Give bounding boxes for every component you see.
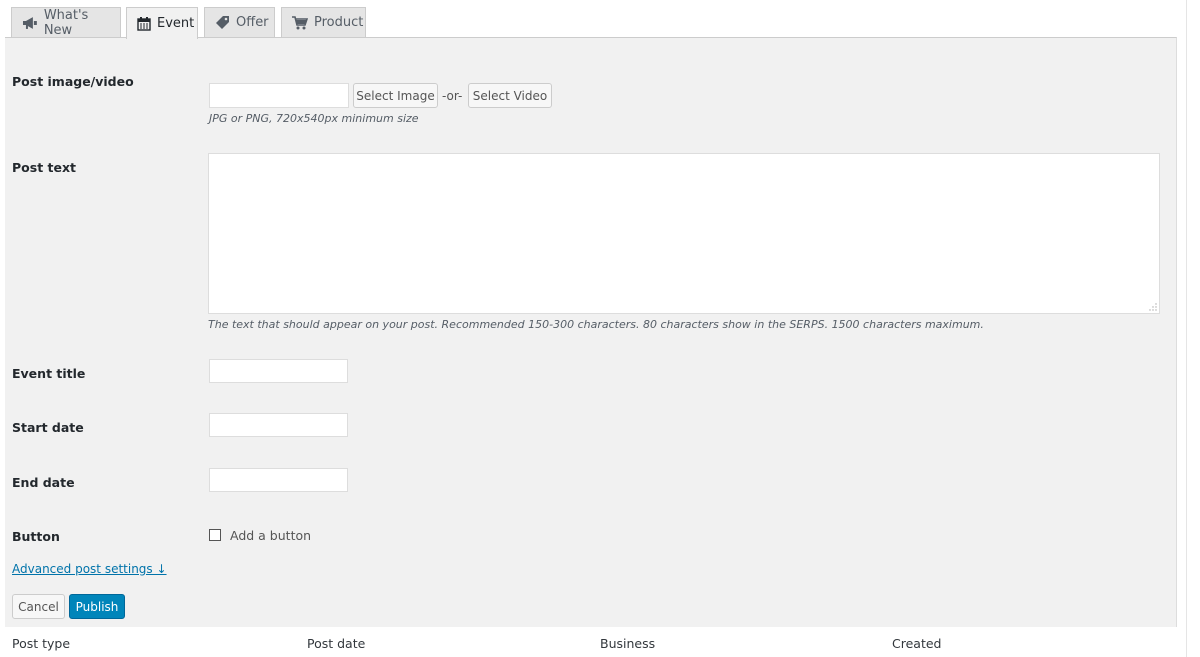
advanced-post-settings-link[interactable]: Advanced post settings ↓ — [12, 562, 167, 576]
tab-event[interactable]: Event — [126, 7, 198, 39]
add-button-checkbox-label[interactable]: Add a button — [230, 528, 311, 543]
post-image-input[interactable] — [209, 83, 349, 108]
image-size-hint: JPG or PNG, 720x540px minimum size — [209, 112, 419, 125]
post-image-label: Post image/video — [12, 74, 134, 89]
column-header-created[interactable]: Created — [892, 636, 941, 651]
select-video-button[interactable]: Select Video — [468, 83, 552, 108]
tab-label: Event — [157, 16, 195, 31]
button-label: Button — [12, 529, 60, 544]
tab-offer[interactable]: Offer — [204, 7, 275, 37]
cancel-button[interactable]: Cancel — [12, 594, 65, 619]
end-date-label: End date — [12, 475, 75, 490]
event-title-label: Event title — [12, 366, 86, 381]
resize-grip-icon[interactable] — [1149, 303, 1157, 311]
tab-label: Product — [314, 15, 364, 30]
end-date-input[interactable] — [209, 468, 348, 492]
tab-whats-new[interactable]: What's New — [11, 7, 121, 38]
start-date-input[interactable] — [209, 413, 348, 437]
tag-icon — [216, 16, 229, 29]
tab-label: What's New — [43, 7, 89, 38]
start-date-label: Start date — [12, 420, 84, 435]
column-header-business[interactable]: Business — [600, 636, 655, 651]
select-image-button[interactable]: Select Image — [353, 83, 438, 108]
add-button-checkbox[interactable] — [209, 529, 221, 541]
event-form-panel — [5, 37, 1177, 627]
megaphone-icon — [22, 16, 37, 29]
or-separator: -or- — [442, 89, 463, 103]
calendar-icon — [137, 16, 151, 31]
column-header-post-type[interactable]: Post type — [12, 636, 70, 651]
column-header-post-date[interactable]: Post date — [307, 636, 365, 651]
cart-icon — [292, 15, 308, 29]
page-divider — [1186, 0, 1187, 657]
tab-label: Offer — [236, 15, 269, 30]
publish-button[interactable]: Publish — [69, 594, 125, 619]
post-text-hint: The text that should appear on your post… — [208, 318, 984, 331]
post-text-label: Post text — [12, 160, 77, 175]
tab-product[interactable]: Product — [281, 7, 366, 37]
event-title-input[interactable] — [209, 359, 348, 383]
post-text-textarea[interactable] — [208, 153, 1160, 314]
